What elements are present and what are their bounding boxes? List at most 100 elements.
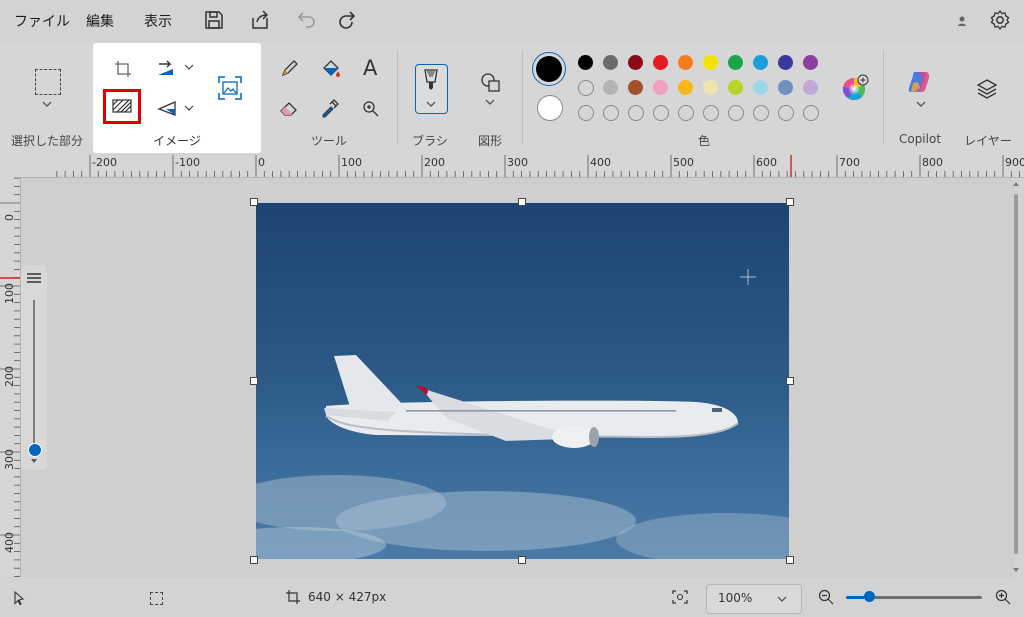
resize-handle[interactable] bbox=[786, 556, 794, 564]
resize-handle[interactable] bbox=[250, 556, 258, 564]
copilot-icon[interactable] bbox=[907, 69, 933, 95]
zoom-in-icon[interactable] bbox=[995, 589, 1011, 605]
resize-handle[interactable] bbox=[518, 198, 526, 206]
ruler-label: 100 bbox=[3, 283, 16, 304]
share-icon[interactable] bbox=[248, 8, 272, 32]
shapes-chevron-icon[interactable] bbox=[485, 99, 495, 105]
secondary-color-swatch[interactable] bbox=[537, 95, 563, 121]
palette-color-swatch[interactable] bbox=[703, 80, 718, 95]
resize-handle[interactable] bbox=[786, 377, 794, 385]
copilot-chevron-icon[interactable] bbox=[916, 101, 926, 107]
layers-icon[interactable] bbox=[975, 77, 999, 101]
pencil-icon[interactable] bbox=[280, 58, 300, 78]
flip-icon[interactable] bbox=[157, 100, 177, 116]
palette-color-swatch[interactable] bbox=[628, 55, 643, 70]
brush-size-track[interactable] bbox=[33, 300, 35, 446]
eraser-icon[interactable] bbox=[279, 99, 299, 117]
palette-color-swatch[interactable] bbox=[628, 80, 643, 95]
palette-color-swatch[interactable] bbox=[778, 55, 793, 70]
text-tool-icon[interactable]: A bbox=[363, 56, 377, 80]
shapes-icon[interactable] bbox=[479, 71, 501, 93]
palette-color-swatch[interactable] bbox=[603, 55, 618, 70]
palette-color-swatch[interactable] bbox=[753, 55, 768, 70]
airplane-photo[interactable] bbox=[256, 203, 789, 559]
palette-color-swatch[interactable] bbox=[703, 105, 719, 121]
undo-icon[interactable] bbox=[295, 8, 319, 32]
remove-background-icon[interactable] bbox=[112, 98, 132, 114]
edit-colors-icon[interactable] bbox=[838, 73, 870, 105]
brush-size-caret-icon bbox=[31, 459, 37, 463]
tools-group-label: ツール bbox=[310, 134, 347, 148]
chevron-down-icon[interactable] bbox=[42, 101, 52, 107]
palette-color-swatch[interactable] bbox=[578, 80, 594, 96]
menu-file[interactable]: ファイル bbox=[14, 11, 70, 31]
zoom-slider-track[interactable] bbox=[868, 596, 982, 599]
zoom-slider-thumb[interactable] bbox=[864, 591, 875, 602]
palette-color-swatch[interactable] bbox=[728, 105, 744, 121]
cursor-position-icon bbox=[14, 591, 25, 605]
account-icon[interactable] bbox=[954, 13, 970, 29]
ruler-label: 300 bbox=[3, 449, 16, 470]
palette-color-swatch[interactable] bbox=[653, 55, 668, 70]
ruler-label: 900 bbox=[1005, 156, 1024, 169]
select-rectangle-icon[interactable] bbox=[35, 69, 61, 95]
zoom-out-icon[interactable] bbox=[818, 589, 834, 605]
menu-edit[interactable]: 編集 bbox=[86, 11, 114, 31]
resize-image-icon[interactable] bbox=[217, 75, 243, 101]
palette-color-swatch[interactable] bbox=[628, 105, 644, 121]
resize-handle[interactable] bbox=[250, 198, 258, 206]
flip-chevron-icon[interactable] bbox=[184, 105, 194, 111]
ribbon-separator bbox=[397, 50, 398, 144]
ruler-label: 200 bbox=[3, 366, 16, 387]
ruler-label: 700 bbox=[839, 156, 860, 169]
rotate-chevron-icon[interactable] bbox=[184, 64, 194, 70]
palette-color-swatch[interactable] bbox=[778, 80, 793, 95]
palette-color-swatch[interactable] bbox=[678, 80, 693, 95]
palette-color-swatch[interactable] bbox=[603, 80, 618, 95]
settings-gear-icon[interactable] bbox=[988, 8, 1012, 32]
brush-size-thumb[interactable] bbox=[28, 443, 42, 457]
palette-color-swatch[interactable] bbox=[803, 80, 818, 95]
palette-color-swatch[interactable] bbox=[803, 55, 818, 70]
color-picker-icon[interactable] bbox=[320, 98, 340, 118]
palette-color-swatch[interactable] bbox=[703, 55, 718, 70]
brush-size-icon bbox=[27, 273, 41, 283]
resize-handle[interactable] bbox=[786, 198, 794, 206]
palette-color-swatch[interactable] bbox=[803, 105, 819, 121]
resize-handle[interactable] bbox=[250, 377, 258, 385]
airplane-image bbox=[256, 269, 789, 559]
palette-color-swatch[interactable] bbox=[678, 55, 693, 70]
palette-color-swatch[interactable] bbox=[653, 105, 669, 121]
palette-color-swatch[interactable] bbox=[728, 55, 743, 70]
palette-color-swatch[interactable] bbox=[753, 105, 769, 121]
palette-color-swatch[interactable] bbox=[778, 105, 794, 121]
fit-to-window-icon[interactable] bbox=[672, 590, 688, 604]
palette-color-swatch[interactable] bbox=[653, 80, 668, 95]
zoom-value: 100% bbox=[718, 591, 753, 605]
menu-view[interactable]: 表示 bbox=[144, 11, 172, 31]
save-icon[interactable] bbox=[202, 8, 226, 32]
menu-bar: ファイル 編集 表示 bbox=[0, 0, 1024, 42]
palette-color-swatch[interactable] bbox=[603, 105, 619, 121]
palette-color-swatch[interactable] bbox=[753, 80, 768, 95]
palette-color-swatch[interactable] bbox=[728, 80, 743, 95]
ruler-label: 400 bbox=[590, 156, 611, 169]
ruler-label: -100 bbox=[175, 156, 200, 169]
ruler-label: 800 bbox=[922, 156, 943, 169]
resize-handle[interactable] bbox=[518, 556, 526, 564]
palette-color-swatch[interactable] bbox=[678, 105, 694, 121]
crop-icon[interactable] bbox=[113, 59, 133, 79]
vertical-scrollbar[interactable] bbox=[1012, 180, 1020, 576]
ruler-label: 500 bbox=[673, 156, 694, 169]
zoom-select[interactable]: 100% bbox=[706, 584, 802, 614]
palette-color-swatch[interactable] bbox=[578, 55, 593, 70]
colors-group-label: 色 bbox=[697, 134, 710, 148]
magnifier-icon[interactable] bbox=[362, 100, 380, 118]
rotate-icon[interactable] bbox=[155, 58, 177, 78]
layers-label: レイヤー bbox=[964, 134, 1012, 148]
copilot-label: Copilot bbox=[898, 132, 942, 146]
palette-color-swatch[interactable] bbox=[578, 105, 594, 121]
redo-icon[interactable] bbox=[336, 8, 360, 32]
fill-bucket-icon[interactable] bbox=[320, 58, 342, 80]
color-palette bbox=[578, 55, 823, 125]
